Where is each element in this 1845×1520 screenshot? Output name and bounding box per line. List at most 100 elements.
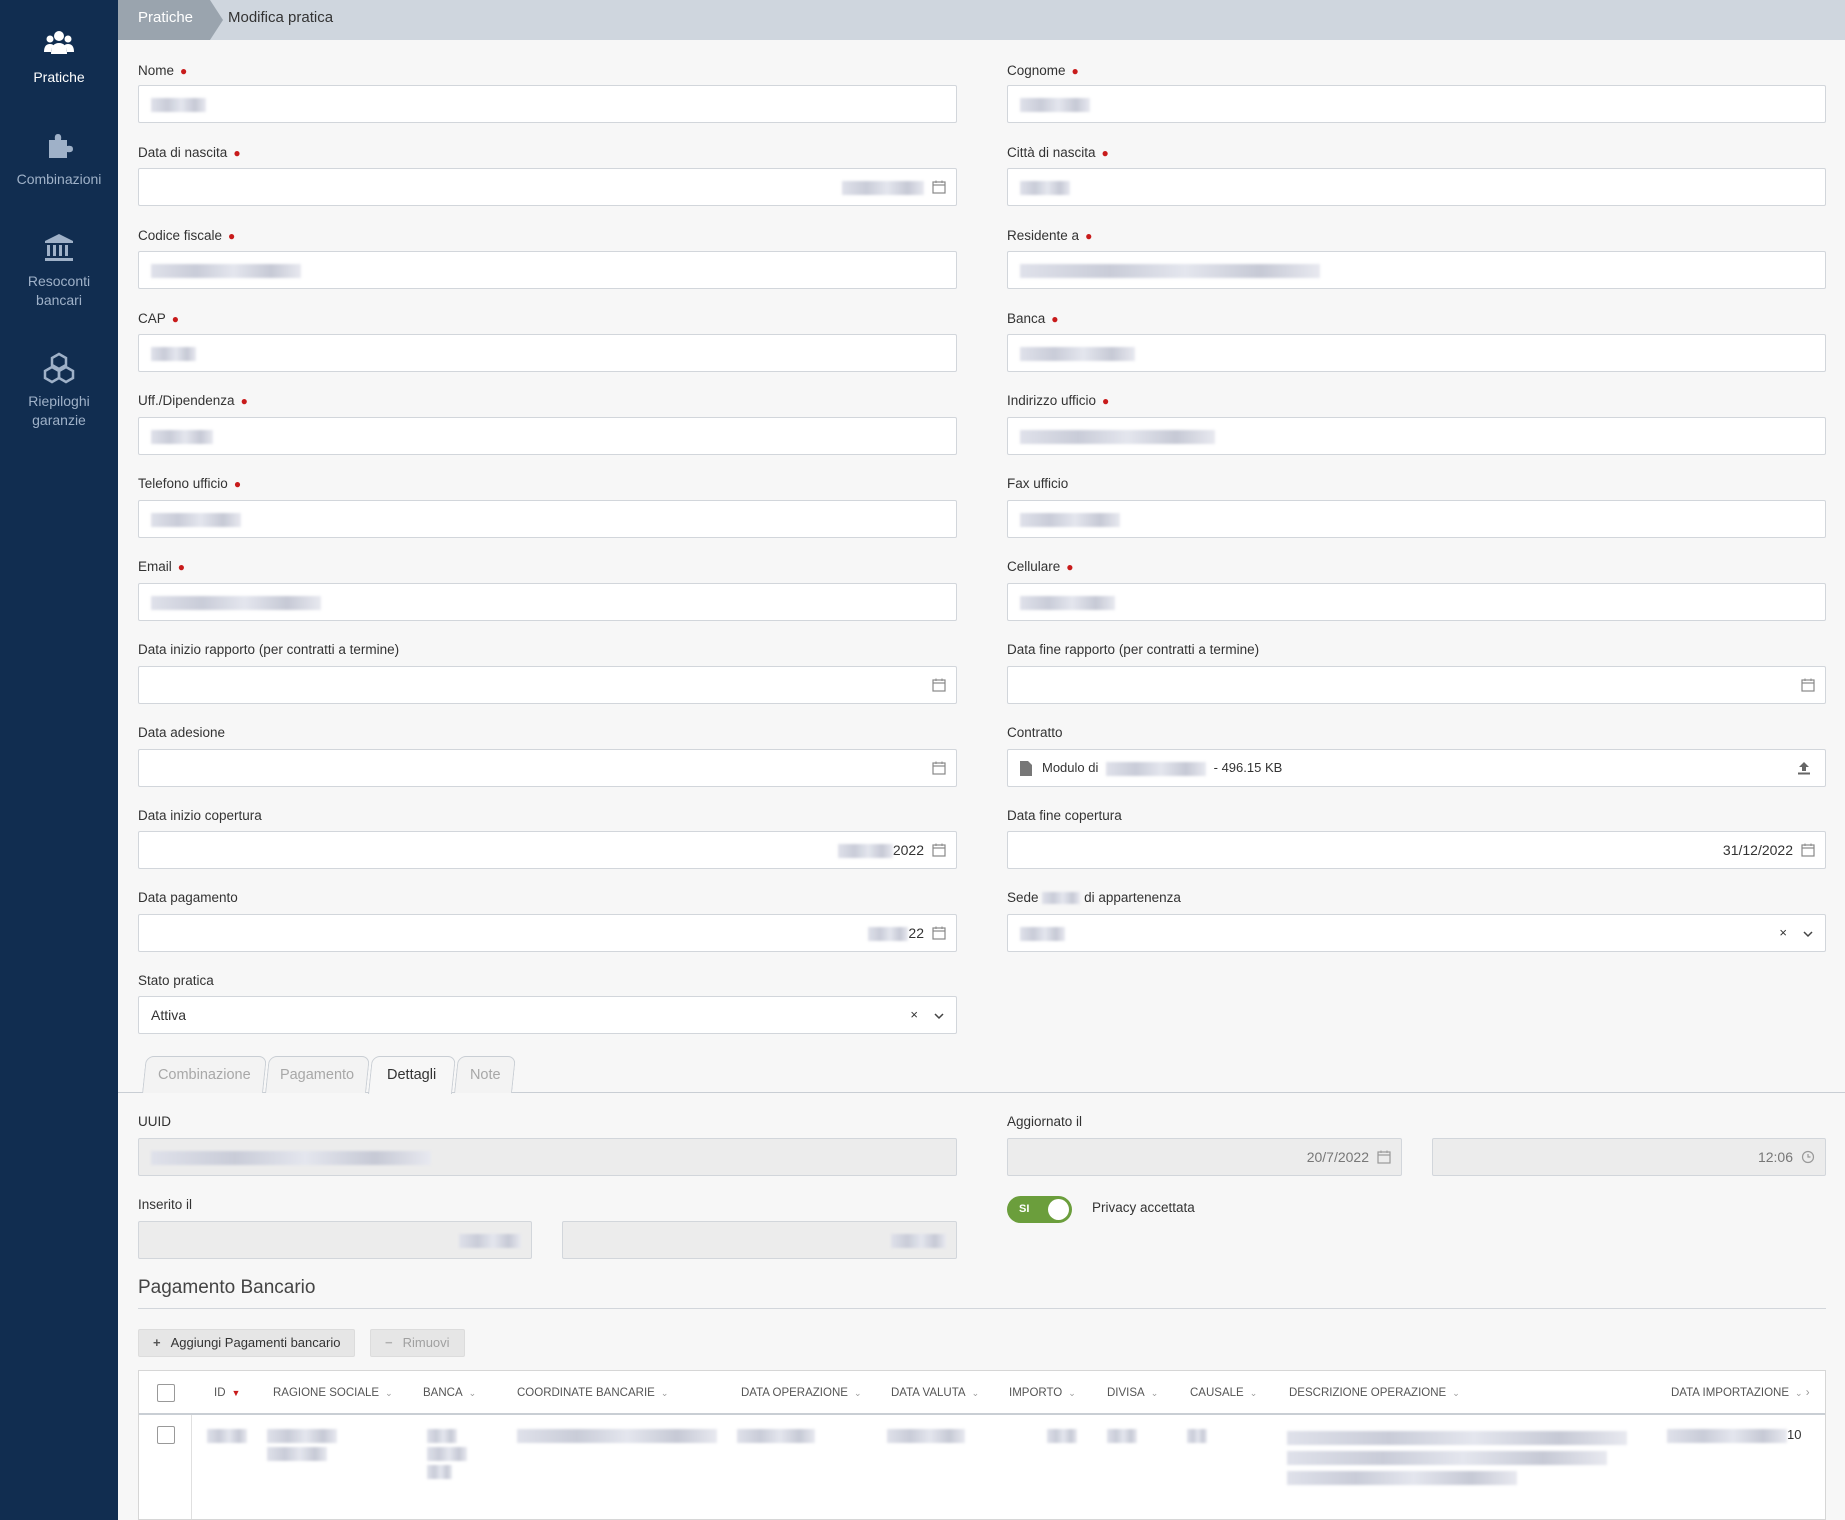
contratto-file-size: - 496.15 KB [1213,760,1283,775]
boxes-icon [43,352,75,384]
breadcrumb-root[interactable]: Pratiche [118,0,223,40]
aggiornato-date-field: 20/7/2022 [1007,1138,1402,1176]
data-adesione-field[interactable] [138,749,957,787]
stato-select[interactable]: Attiva × [138,996,957,1034]
select-all-checkbox[interactable] [157,1384,175,1402]
sidebar-item-label: Pratiche [33,69,85,85]
sidebar-item-label: Riepiloghi garanzie [28,393,90,428]
cellulare-field[interactable] [1007,583,1826,621]
tab-combinazione[interactable]: Combinazione [142,1056,267,1093]
puzzle-icon [43,130,75,162]
calendar-icon [1377,1150,1391,1164]
stato-value: Attiva [151,1007,187,1023]
email-field[interactable] [138,583,957,621]
section-title: Pagamento Bancario [138,1277,316,1298]
data-inizio-copertura-field[interactable]: 2022 [138,831,957,869]
col-data-importazione[interactable]: DATA IMPORTAZIONE ⌄ › [1671,1371,1810,1415]
col-coordinate[interactable]: COORDINATE BANCARIE ⌄ [517,1371,668,1415]
aggiornato-time-field: 12:06 [1432,1138,1826,1176]
uuid-field [138,1138,957,1176]
calendar-icon[interactable] [932,926,946,940]
cell-causale [1187,1427,1207,1443]
tab-dettagli[interactable]: Dettagli [368,1056,456,1094]
data-nascita-label: Data di nascita ● [138,145,241,160]
col-data-operazione[interactable]: DATA OPERAZIONE ⌄ [741,1371,861,1415]
cell-id [207,1427,247,1443]
codice-fiscale-label: Codice fiscale ● [138,228,236,243]
banca-field[interactable] [1007,334,1826,372]
chevron-down-icon[interactable] [934,1011,944,1021]
sidebar-item-pratiche[interactable]: Pratiche [0,28,118,87]
col-banca[interactable]: BANCA ⌄ [423,1371,476,1415]
col-divisa[interactable]: DIVISA ⌄ [1107,1371,1158,1415]
data-pagamento-field[interactable]: 22 [138,914,957,952]
calendar-icon[interactable] [932,843,946,857]
tab-pagamento[interactable]: Pagamento [265,1056,370,1093]
sidebar-item-resoconti[interactable]: Resoconti bancari [0,232,118,310]
citta-nascita-label: Città di nascita ● [1007,145,1109,160]
sidebar-item-combinazioni[interactable]: Combinazioni [0,130,118,189]
minus-icon: − [385,1335,393,1350]
fax-ufficio-field[interactable] [1007,500,1826,538]
data-fine-copertura-label: Data fine copertura [1007,808,1122,823]
tab-note[interactable]: Note [454,1056,516,1093]
file-icon [1020,761,1032,776]
cell-descrizione [1287,1427,1627,1487]
data-fine-rapporto-field[interactable] [1007,666,1826,704]
col-ragione-sociale[interactable]: RAGIONE SOCIALE ⌄ [273,1371,393,1415]
contratto-field[interactable]: Modulo di - 496.15 KB [1007,749,1826,787]
uff-field[interactable] [138,417,957,455]
cell-data-valuta [887,1427,965,1443]
privacy-toggle[interactable]: SI [1007,1196,1072,1223]
nome-label: Nome ● [138,63,188,78]
data-inizio-rapporto-label: Data inizio rapporto (per contratti a te… [138,642,400,657]
codice-fiscale-field[interactable] [138,251,957,289]
data-inizio-rapporto-field[interactable] [138,666,957,704]
residente-field[interactable] [1007,251,1826,289]
cell-data-operazione [737,1427,815,1443]
calendar-icon[interactable] [1801,678,1815,692]
clear-icon[interactable]: × [1779,915,1787,951]
indirizzo-ufficio-field[interactable] [1007,417,1826,455]
section-divider [138,1308,1826,1309]
stato-label: Stato pratica [138,973,214,988]
sidebar-item-riepiloghi[interactable]: Riepiloghi garanzie [0,352,118,430]
cap-field[interactable] [138,334,957,372]
sede-select[interactable]: × [1007,914,1826,952]
remove-button[interactable]: − Rimuovi [370,1329,465,1357]
add-payment-button[interactable]: + Aggiungi Pagamenti bancario [138,1329,356,1357]
data-nascita-field[interactable] [138,168,957,206]
col-causale[interactable]: CAUSALE ⌄ [1190,1371,1257,1415]
breadcrumb: Pratiche Modifica pratica [118,0,1845,40]
inserito-label: Inserito il [138,1197,193,1212]
data-fine-copertura-field[interactable]: 31/12/2022 [1007,831,1826,869]
col-data-valuta[interactable]: DATA VALUTA ⌄ [891,1371,979,1415]
telefono-ufficio-field[interactable] [138,500,957,538]
calendar-icon[interactable] [932,180,946,194]
grid-separator [191,1415,192,1519]
col-descrizione[interactable]: DESCRIZIONE OPERAZIONE ⌄ [1289,1371,1460,1415]
sidebar: Pratiche Combinazioni Resoconti bancari … [0,0,118,1520]
users-icon [43,28,75,60]
upload-icon[interactable] [1797,761,1811,775]
row-checkbox[interactable] [157,1426,175,1444]
chevron-down-icon[interactable] [1803,929,1813,939]
data-fine-rapporto-label: Data fine rapporto (per contratti a term… [1007,642,1260,657]
nome-field[interactable] [138,85,957,123]
calendar-icon[interactable] [932,761,946,775]
col-importo[interactable]: IMPORTO ⌄ [1009,1371,1076,1415]
clear-icon[interactable]: × [910,997,918,1033]
uff-label: Uff./Dipendenza ● [138,393,248,408]
citta-nascita-field[interactable] [1007,168,1826,206]
contratto-file-prefix[interactable]: Modulo di [1042,760,1098,775]
uuid-label: UUID [138,1114,171,1129]
calendar-icon[interactable] [1801,843,1815,857]
cognome-field[interactable] [1007,85,1826,123]
col-id[interactable]: ID ▼ [214,1371,240,1415]
bank-icon [43,232,75,264]
calendar-icon[interactable] [932,678,946,692]
cell-ragione-sociale [267,1427,337,1461]
indirizzo-ufficio-label: Indirizzo ufficio ● [1007,393,1110,408]
telefono-ufficio-label: Telefono ufficio ● [138,476,242,491]
data-adesione-label: Data adesione [138,725,226,740]
